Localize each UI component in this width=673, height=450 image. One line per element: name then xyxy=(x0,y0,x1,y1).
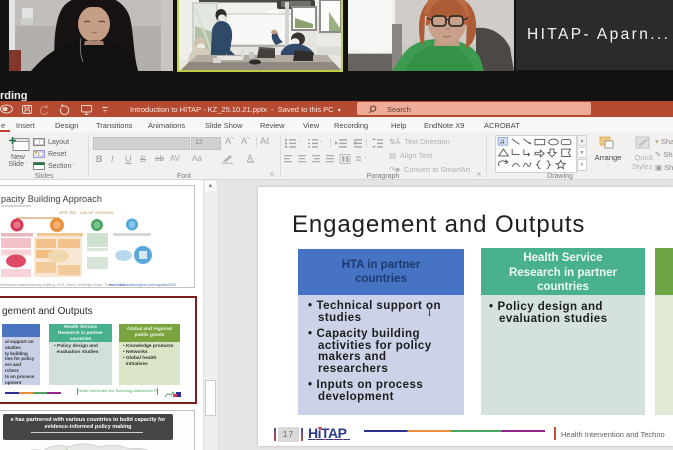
svg-text:ˇ: ˇ xyxy=(320,142,322,148)
svg-text:ˇ: ˇ xyxy=(364,158,366,164)
svg-text:ˇ: ˇ xyxy=(298,142,300,148)
svg-text:A: A xyxy=(499,139,504,146)
